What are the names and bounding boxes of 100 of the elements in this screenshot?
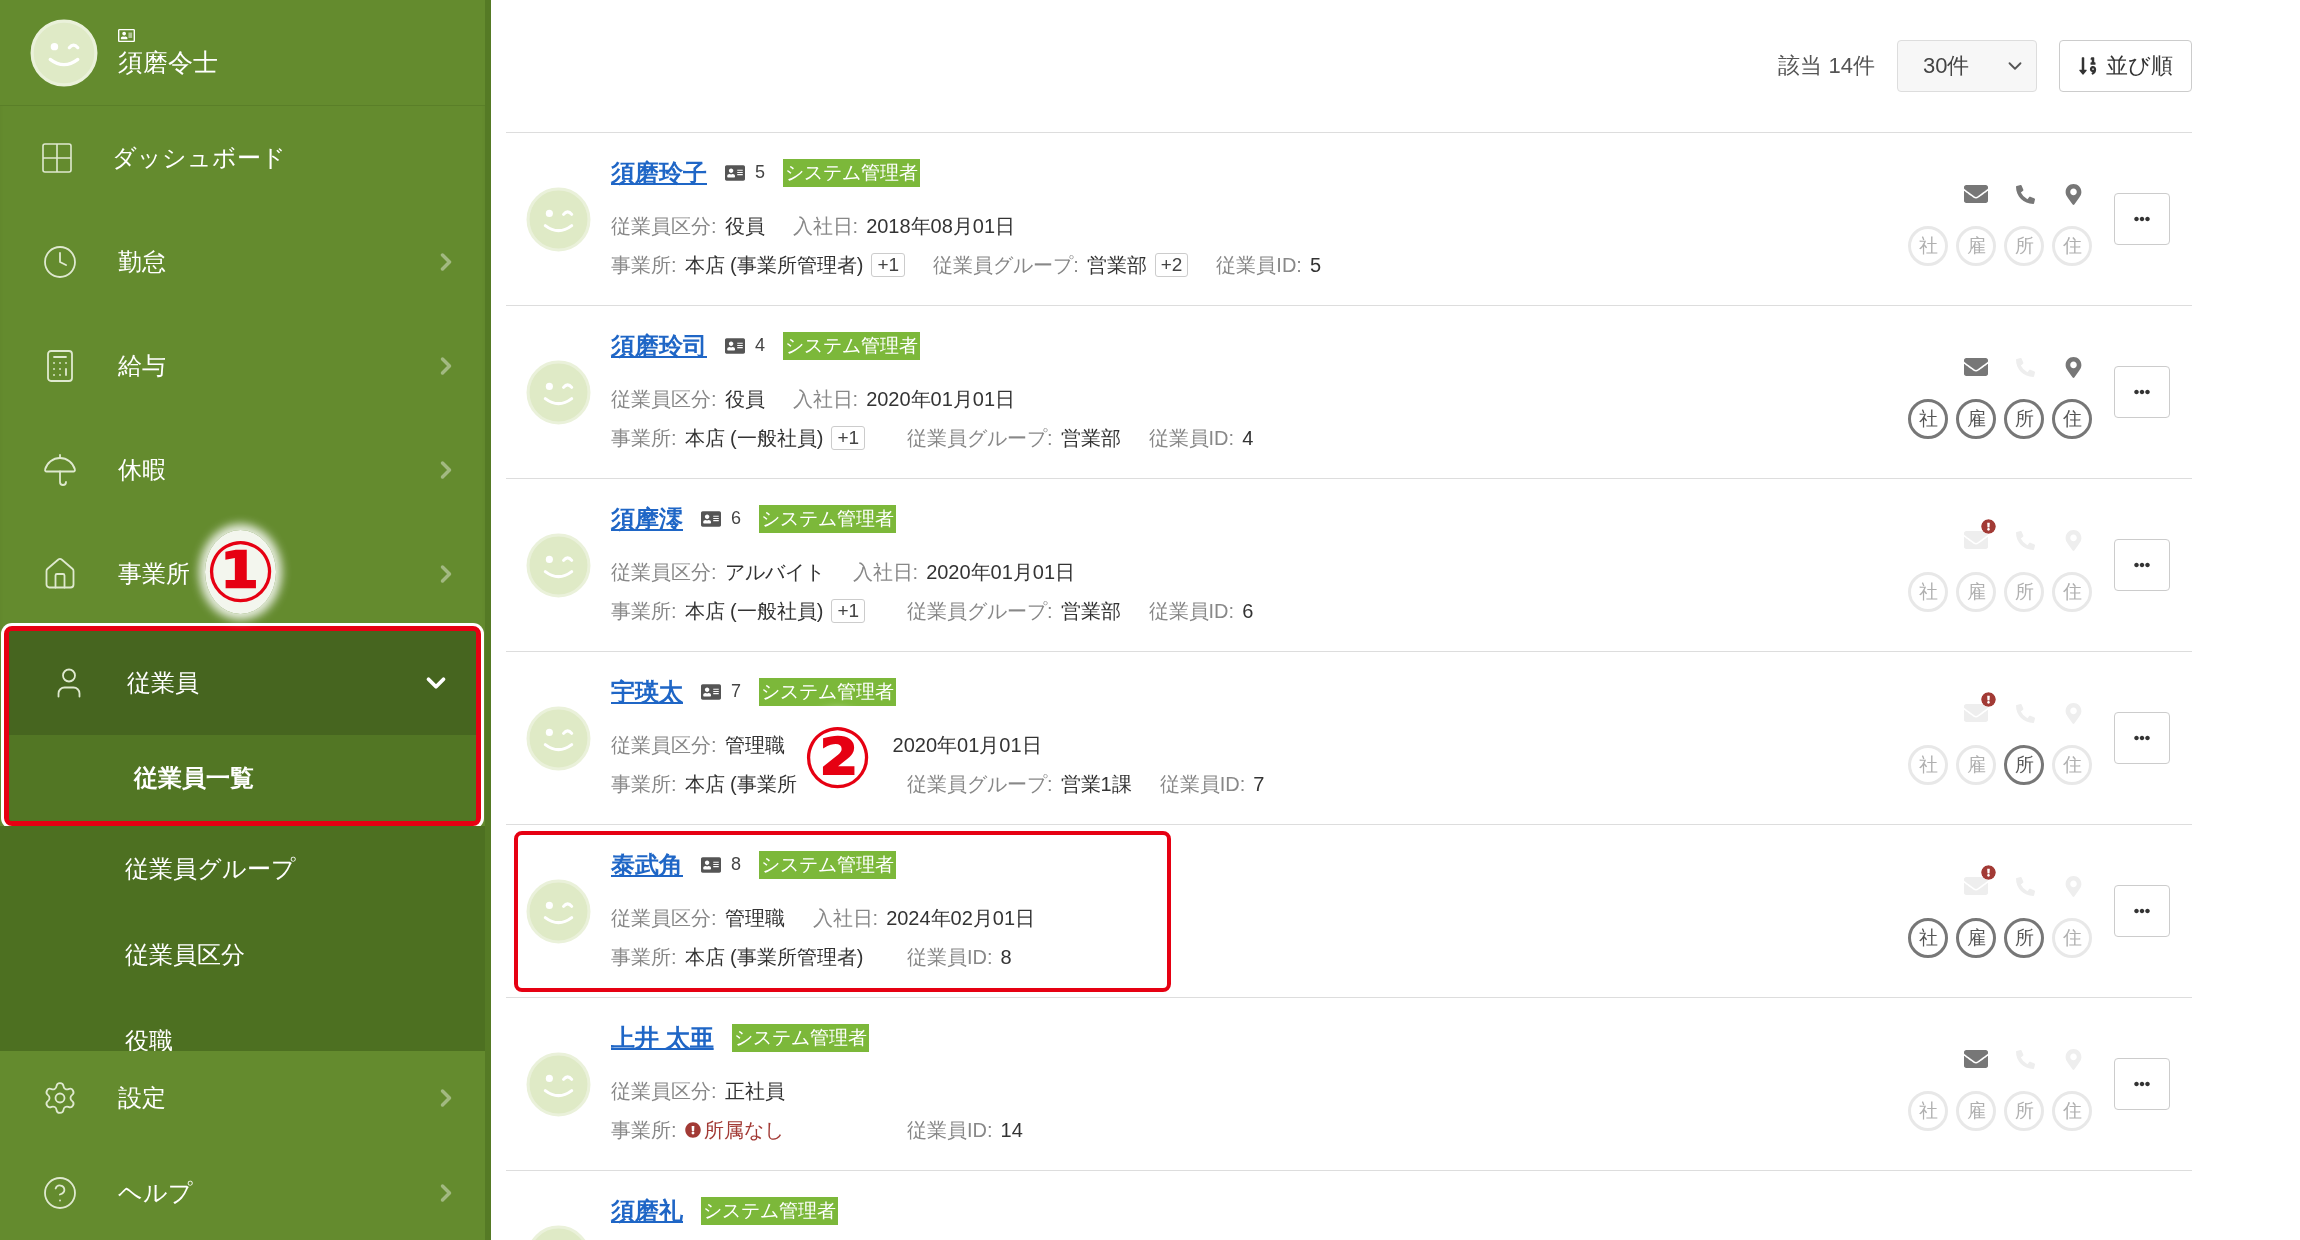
nav-item[interactable]: 給与: [0, 314, 485, 418]
field-label: 事業所:: [611, 771, 677, 797]
role-tag: システム管理者: [759, 850, 896, 879]
nav-label: 休暇: [118, 455, 166, 485]
field-label: 従業員区分:: [611, 1078, 717, 1104]
nav-label: 従業員: [127, 668, 199, 698]
nav-item[interactable]: 勤怠: [0, 210, 485, 314]
field-value: 本店 (事業所: [684, 771, 797, 797]
field-label: 従業員区分:: [611, 386, 717, 412]
document-status: 所: [2004, 399, 2044, 439]
nav-label: 給与: [118, 351, 166, 381]
more-button[interactable]: [2114, 539, 2170, 591]
avatar-icon: [526, 1051, 591, 1117]
nav-item[interactable]: ヘルプ: [0, 1145, 485, 1240]
nav-subitem[interactable]: 従業員一覧: [9, 735, 476, 821]
nav-item[interactable]: 休暇: [0, 418, 485, 522]
field-value: 2020年01月01日: [892, 732, 1042, 758]
nav-label: 事業所: [118, 559, 190, 589]
sort-button[interactable]: 並び順: [2059, 40, 2192, 92]
document-status: 所: [2004, 226, 2044, 266]
dashboard-icon: [42, 143, 72, 173]
field-value: 4: [1242, 426, 1254, 450]
employee-name-link[interactable]: 須磨玲子: [611, 156, 707, 189]
avatar-icon: [526, 359, 591, 425]
count-badge: +1: [831, 599, 866, 623]
card-number: 7: [731, 681, 741, 702]
field-value: 本店 (事業所管理者): [684, 944, 864, 970]
field-label: 従業員区分:: [611, 732, 717, 758]
field-label: 従業員区分:: [611, 905, 717, 931]
nav-item[interactable]: 設定: [0, 1051, 485, 1146]
nav-item[interactable]: ダッシュボード: [0, 106, 485, 210]
field-value: 管理職: [724, 905, 785, 931]
id-card-icon: [701, 681, 721, 702]
employee-name-link[interactable]: 泰武角: [611, 848, 683, 881]
field-value: 役員: [724, 386, 765, 412]
role-tag: システム管理者: [783, 331, 920, 360]
more-button[interactable]: [2114, 366, 2170, 418]
nav-label: 設定: [118, 1083, 166, 1114]
field-value: 2018年08月01日: [866, 213, 1016, 239]
field-value: 本店 (一般社員): [684, 425, 824, 451]
avatar-icon: [526, 532, 591, 598]
field-value: 5: [1309, 253, 1322, 277]
count-badge: +2: [1154, 253, 1189, 277]
employee-name-link[interactable]: 上井 太亜: [611, 1021, 714, 1054]
help-icon: [42, 1174, 78, 1211]
field-label: 従業員グループ:: [907, 425, 1053, 451]
avatar-icon: [526, 186, 591, 252]
document-status: 社: [1908, 226, 1948, 266]
count-badge: +1: [871, 253, 906, 277]
user-name: 須磨令士: [118, 46, 218, 78]
field-value: 2020年01月01日: [926, 559, 1076, 585]
document-status: 住: [2052, 572, 2092, 612]
annotation-marker: ①: [205, 530, 277, 614]
field-label: 事業所:: [611, 425, 677, 451]
employee-name-link[interactable]: 須磨礼: [611, 1194, 683, 1227]
field-value: 2020年01月01日: [866, 386, 1016, 412]
id-card-icon: [118, 26, 135, 44]
field-label: 従業員グループ:: [907, 771, 1053, 797]
employee-name-link[interactable]: 須磨玲司: [611, 329, 707, 362]
employee-name-link[interactable]: 須摩澪: [611, 502, 683, 535]
field-value: 営業部: [1060, 598, 1121, 624]
nav-label: 勤怠: [118, 247, 166, 277]
card-number: 6: [731, 508, 741, 529]
field-label: 入社日:: [812, 905, 879, 931]
clock-icon: [42, 244, 78, 280]
field-label: 入社日:: [792, 386, 859, 412]
id-card-icon: [701, 854, 721, 875]
nav-item[interactable]: 従業員: [9, 631, 476, 735]
card-number: 4: [755, 335, 765, 356]
annotation-marker: ②: [802, 716, 874, 800]
employee-name-link[interactable]: 宇瑛太: [611, 675, 683, 708]
more-button[interactable]: [2114, 193, 2170, 245]
more-button[interactable]: [2114, 712, 2170, 764]
field-value: 14: [1000, 1118, 1023, 1142]
field-label: 従業員区分:: [611, 213, 717, 239]
field-label: 従業員ID:: [1159, 771, 1246, 797]
field-value: 本店 (事業所管理者): [684, 252, 864, 278]
field-value: 7: [1253, 772, 1265, 796]
document-status: 雇: [1956, 1091, 1996, 1131]
field-value: 営業1課: [1060, 771, 1132, 797]
per-page-select[interactable]: 30件: [1897, 40, 2037, 92]
document-status: 社: [1908, 1091, 1948, 1131]
document-status: 住: [2052, 918, 2092, 958]
count-badge: +1: [831, 426, 866, 450]
nav-label: ダッシュボード: [112, 143, 286, 173]
more-button[interactable]: [2114, 885, 2170, 937]
id-card-icon: [725, 335, 745, 356]
field-label: 従業員ID:: [907, 1117, 993, 1143]
umbrella-icon: [42, 452, 78, 488]
field-value: 営業部: [1060, 425, 1121, 451]
field-label: 従業員ID:: [1148, 425, 1235, 451]
document-status: 社: [1908, 399, 1948, 439]
document-status: 雇: [1956, 918, 1996, 958]
field-label: 事業所:: [611, 598, 677, 624]
id-card-icon: [725, 162, 745, 183]
document-status: 雇: [1956, 745, 1996, 785]
field-label: 事業所:: [611, 252, 677, 278]
document-status: 社: [1908, 745, 1948, 785]
field-label: 事業所:: [611, 944, 677, 970]
more-button[interactable]: [2114, 1058, 2170, 1110]
